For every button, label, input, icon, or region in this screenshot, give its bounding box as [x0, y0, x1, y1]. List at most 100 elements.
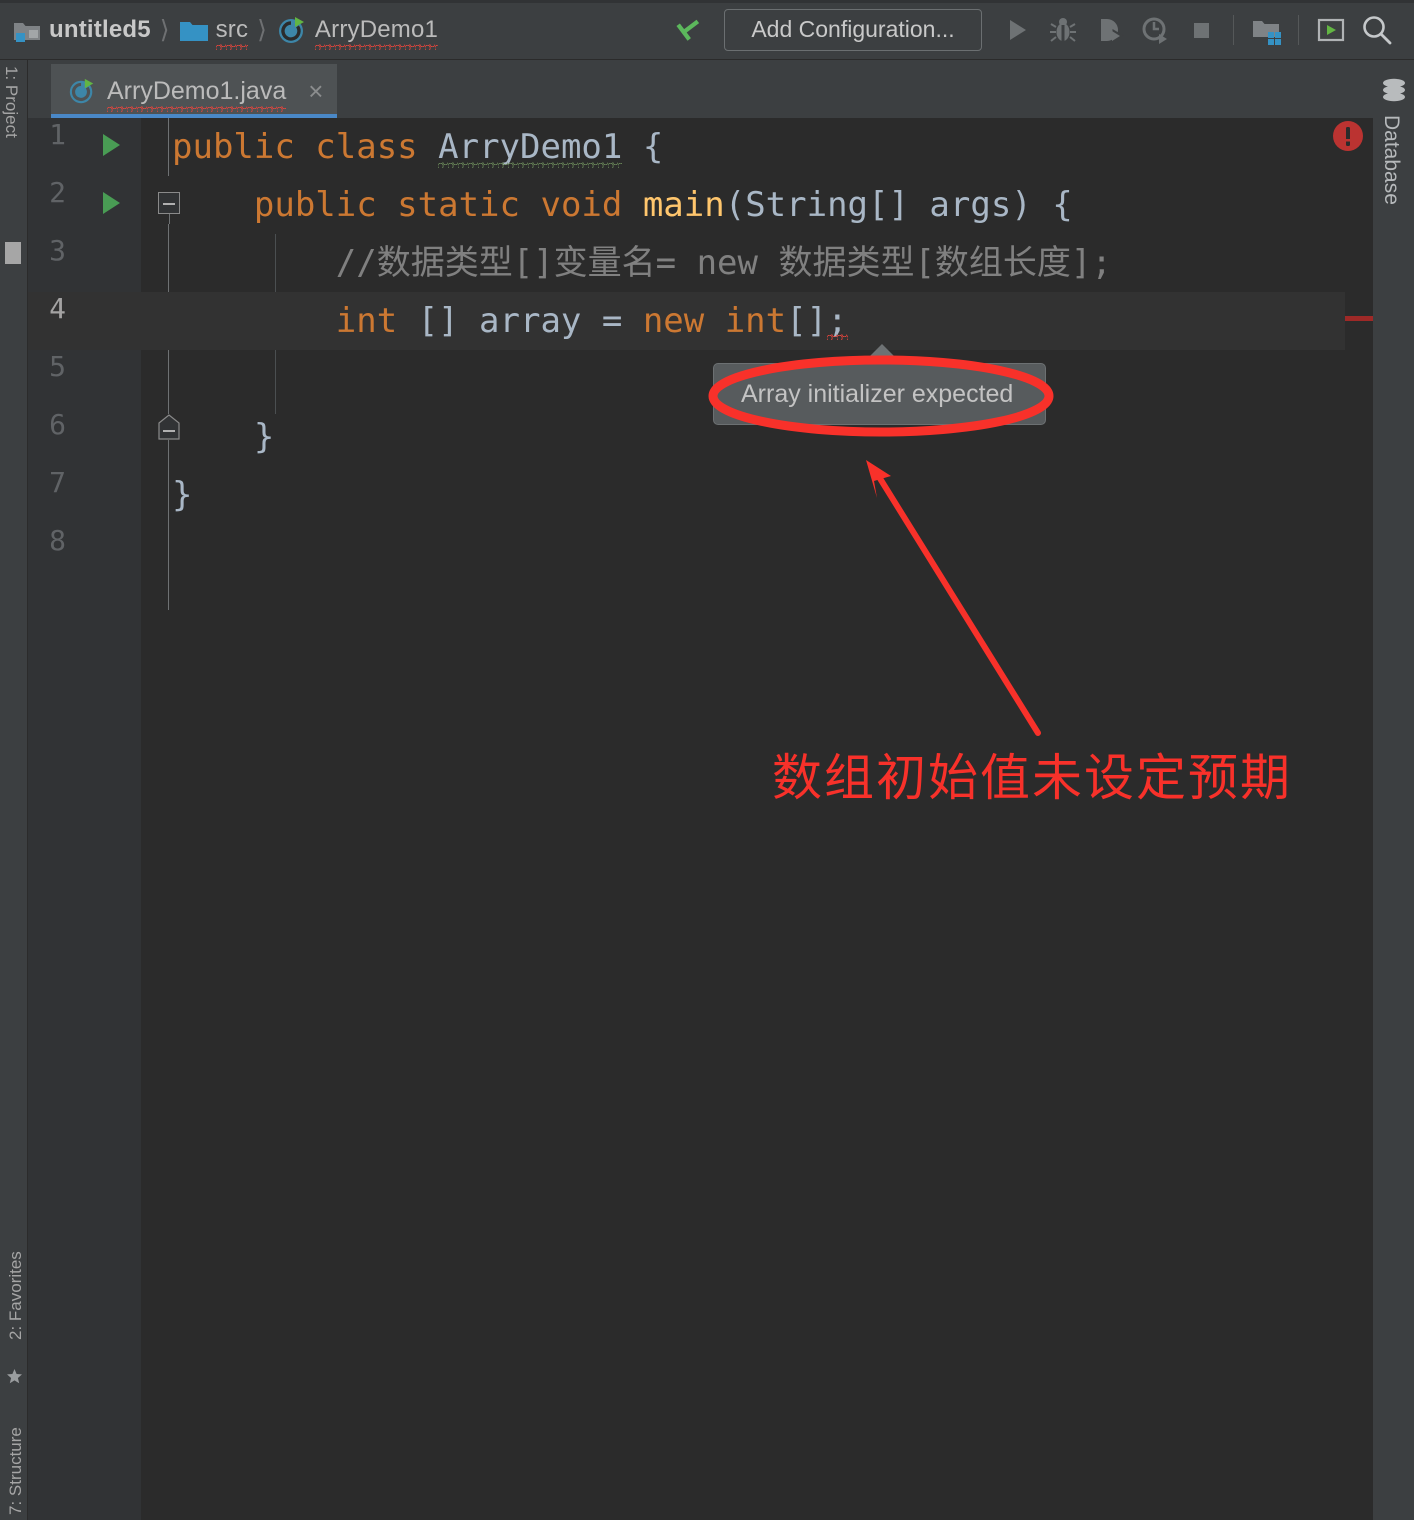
terminal-run-icon: [1315, 14, 1347, 46]
code-text-area[interactable]: public class ArryDemo1 { public static v…: [141, 118, 1373, 1520]
tooltip-text: Array initializer expected: [741, 379, 1014, 408]
run-button[interactable]: [994, 7, 1040, 53]
project-structure-icon: [1250, 14, 1282, 46]
java-class-icon: [276, 14, 308, 46]
breadcrumb-separator-1: ⟩: [159, 15, 170, 44]
spellcheck-squiggle-classname: [438, 162, 623, 168]
code-line-4: int [] array = new int[];: [141, 292, 1373, 350]
run-with-coverage-button[interactable]: [1086, 7, 1132, 53]
code-token-error: ;: [827, 292, 848, 350]
profiler-icon: [1140, 15, 1170, 45]
stop-button[interactable]: [1178, 7, 1224, 53]
code-token: new: [642, 301, 725, 341]
breadcrumb: untitled5 ⟩ src ⟩ ArryDemo1: [0, 14, 439, 50]
folder-icon: [179, 16, 209, 44]
toolbar-actions: Add Configuration...: [660, 7, 1414, 53]
code-line-1: public class ArryDemo1 {: [141, 118, 1373, 176]
spellcheck-squiggle-class: [314, 43, 439, 50]
code-token-comment: //数据类型[]变量名= new 数据类型[数组长度];: [172, 243, 1112, 283]
database-icon: [1381, 78, 1407, 111]
breadcrumb-label-src: src: [215, 15, 249, 50]
spellcheck-squiggle-src: [215, 43, 249, 50]
profile-button[interactable]: [1132, 7, 1178, 53]
code-editor[interactable]: 1 2 3 4 5 6 7 8 public class ArryDemo1 {: [28, 118, 1373, 1520]
breadcrumb-separator-2: ⟩: [257, 15, 267, 44]
search-icon: [1360, 13, 1394, 47]
toolbar-divider-1: [1233, 14, 1234, 45]
code-token: int: [724, 301, 787, 341]
project-toolwindow-indicator: [5, 242, 21, 264]
close-icon[interactable]: ×: [308, 78, 323, 104]
breadcrumb-label-src-text: src: [215, 15, 249, 43]
run-configuration-selector[interactable]: Add Configuration...: [724, 8, 982, 51]
line-number: 6: [49, 408, 66, 441]
ide-window: untitled5 ⟩ src ⟩ ArryDemo1 Add Configur…: [0, 0, 1414, 1520]
code-token-classname: ArryDemo1: [438, 118, 623, 176]
breadcrumb-item-class[interactable]: ArryDemo1: [276, 14, 439, 50]
code-token: {: [622, 127, 664, 167]
toolwindow-favorites[interactable]: 2: Favorites: [6, 1251, 26, 1340]
breadcrumb-label-class: ArryDemo1: [314, 15, 439, 50]
run-configuration-label: Add Configuration...: [751, 16, 955, 42]
line-number: 3: [49, 234, 66, 267]
right-tool-window-bar: Database: [1372, 60, 1414, 1520]
toolwindow-structure[interactable]: 7: Structure: [6, 1427, 26, 1515]
gutter-run-icon[interactable]: [103, 134, 120, 156]
tooltip-pointer-icon: [862, 344, 902, 364]
code-token-method: main: [642, 185, 725, 225]
editor-tab-arrydemo1[interactable]: ArryDemo1.java ×: [51, 64, 338, 118]
error-squiggle: [827, 334, 848, 340]
code-token: public: [172, 127, 316, 167]
code-token: }: [172, 417, 275, 457]
error-stripe-marker[interactable]: [1345, 316, 1373, 321]
breadcrumb-item-src[interactable]: src: [179, 15, 249, 50]
code-token: []: [786, 301, 828, 341]
project-module-icon: [12, 15, 42, 45]
editor-tab-strip: ArryDemo1.java ×: [28, 60, 1373, 118]
code-token: [] array =: [417, 301, 643, 341]
build-project-button[interactable]: [660, 7, 706, 53]
line-number: 1: [49, 118, 66, 151]
search-everywhere-button[interactable]: [1354, 7, 1400, 53]
code-token: void: [540, 185, 643, 225]
code-token: static: [397, 185, 541, 225]
hammer-build-icon: [665, 12, 701, 48]
favorites-star-icon: [6, 1368, 23, 1390]
breadcrumb-label-project: untitled5: [49, 15, 151, 43]
gutter-run-icon[interactable]: [103, 192, 120, 214]
code-token: int: [172, 301, 418, 341]
toolwindow-project[interactable]: 1: Project: [1, 66, 21, 138]
java-class-icon: [67, 76, 97, 106]
line-number: 2: [49, 176, 66, 209]
stop-square-icon: [1186, 15, 1216, 45]
line-number: 5: [49, 350, 66, 383]
code-line-7: }: [141, 466, 1373, 524]
breadcrumb-item-project[interactable]: untitled5: [12, 15, 151, 45]
inspection-tooltip[interactable]: Array initializer expected: [713, 363, 1046, 425]
left-tool-window-bar: 1: Project 2: Favorites 7: Structure: [0, 60, 28, 1520]
code-line-2: public static void main(String[] args) {: [141, 176, 1373, 234]
toolwindow-database[interactable]: Database: [1379, 115, 1403, 205]
annotation-label: 数组初始值未设定预期: [772, 749, 1292, 807]
debug-button[interactable]: [1040, 7, 1086, 53]
play-triangle-icon: [1002, 15, 1032, 45]
code-token: public: [172, 185, 398, 225]
line-number: 7: [49, 466, 66, 499]
line-number: 8: [49, 524, 66, 557]
project-structure-button[interactable]: [1243, 7, 1289, 53]
run-coverage-icon: [1094, 15, 1124, 45]
status-badge[interactable]: [1333, 121, 1363, 151]
code-token-text: ArryDemo1: [438, 127, 623, 167]
code-line-3: //数据类型[]变量名= new 数据类型[数组长度];: [141, 234, 1373, 292]
editor-gutter[interactable]: 1 2 3 4 5 6 7 8: [28, 118, 141, 1520]
editor-tab-label: ArryDemo1.java: [107, 76, 287, 112]
spellcheck-squiggle-tab: [107, 105, 287, 112]
toolbar-divider-2: [1298, 14, 1299, 45]
line-number: 4: [49, 292, 66, 325]
run-anything-button[interactable]: [1308, 7, 1354, 53]
editor-scrollbar[interactable]: [1345, 118, 1373, 1520]
breadcrumb-label-class-text: ArryDemo1: [314, 15, 439, 43]
code-token: }: [172, 475, 193, 515]
editor-tab-label-text: ArryDemo1.java: [107, 76, 287, 105]
